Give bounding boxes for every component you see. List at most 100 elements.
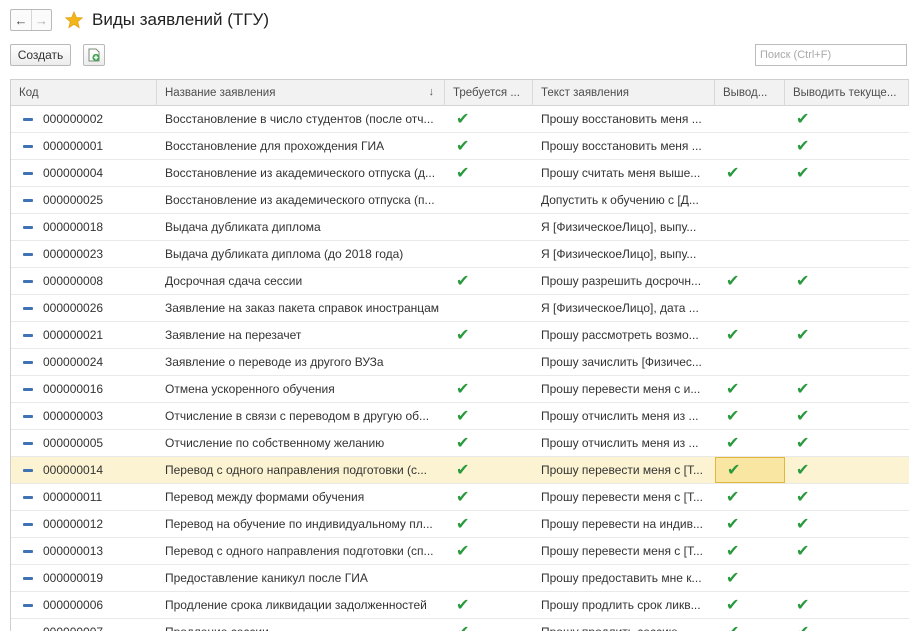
required-cell[interactable]: ✔ [445,619,533,631]
output-cell[interactable]: ✔ [715,160,785,186]
output-current-cell[interactable]: ✔ [785,484,909,510]
output-cell[interactable]: ✔ [715,430,785,456]
output-cell[interactable] [715,214,785,240]
output-cell[interactable]: ✔ [715,268,785,294]
item-marker-icon [23,171,33,175]
table-row[interactable]: 000000012 Перевод на обучение по индивиду… [11,511,909,538]
table-row[interactable]: 000000019 Предоставление каникул после ГИ… [11,565,909,592]
output-current-cell[interactable]: ✔ [785,268,909,294]
output-cell[interactable] [715,187,785,213]
column-header-output-current[interactable]: Выводить текуще... [785,80,909,106]
output-cell[interactable]: ✔ [715,457,785,483]
output-cell[interactable]: ✔ [715,538,785,564]
create-button[interactable]: Создать [10,44,71,66]
required-cell[interactable] [445,214,533,240]
text-cell: Я [ФизическоеЛицо], выпу... [541,220,697,234]
table-row[interactable]: 000000007 Продление сессии ✔ Прошу продлить… [11,619,909,631]
required-cell[interactable]: ✔ [445,511,533,537]
table-row[interactable]: 000000003 Отчисление в связи с переводом … [11,403,909,430]
table-row[interactable]: 000000023 Выдача дубликата диплома (до 20… [11,241,909,268]
column-header-text[interactable]: Текст заявления [533,80,715,106]
output-cell[interactable] [715,295,785,321]
output-current-cell[interactable] [785,214,909,240]
back-button[interactable]: ← [11,10,31,30]
table-row[interactable]: 000000016 Отмена ускоренного обучения ✔ Про… [11,376,909,403]
forward-button[interactable]: → [31,10,51,30]
required-cell[interactable]: ✔ [445,430,533,456]
required-cell[interactable] [445,349,533,375]
required-cell[interactable]: ✔ [445,538,533,564]
column-header-name[interactable]: Название заявления ↓ [157,80,445,106]
column-header-required[interactable]: Требуется ... [445,80,533,106]
search-input[interactable]: Поиск (Ctrl+F) [755,44,907,66]
output-cell[interactable]: ✔ [715,403,785,429]
output-current-cell[interactable]: ✔ [785,106,909,132]
output-cell[interactable]: ✔ [715,322,785,348]
table-row[interactable]: 000000014 Перевод с одного направления по… [11,457,909,484]
table-row[interactable]: 000000004 Восстановление из академическог… [11,160,909,187]
check-icon: ✔ [726,622,739,631]
output-cell[interactable] [715,241,785,267]
table-row[interactable]: 000000025 Восстановление из академическог… [11,187,909,214]
table-row[interactable]: 000000013 Перевод с одного направления по… [11,538,909,565]
output-current-cell[interactable]: ✔ [785,403,909,429]
table-row[interactable]: 000000001 Восстановление для прохождения … [11,133,909,160]
output-cell[interactable]: ✔ [715,619,785,631]
code-text: 000000016 [43,382,104,396]
required-cell[interactable]: ✔ [445,268,533,294]
table-row[interactable]: 000000024 Заявление о переводе из другого… [11,349,909,376]
output-current-cell[interactable]: ✔ [785,619,909,631]
table-row[interactable]: 000000008 Досрочная сдача сессии ✔ Прошу ра… [11,268,909,295]
output-current-cell[interactable] [785,349,909,375]
output-cell[interactable]: ✔ [715,592,785,618]
table-row[interactable]: 000000021 Заявление на перезачет ✔ Прошу ра… [11,322,909,349]
required-cell[interactable]: ✔ [445,322,533,348]
output-cell[interactable]: ✔ [715,511,785,537]
text-cell: Прошу рассмотреть возмо... [541,328,699,342]
check-icon: ✔ [796,381,810,398]
table-row[interactable]: 000000006 Продление срока ликвидации задо… [11,592,909,619]
output-current-cell[interactable] [785,295,909,321]
required-cell[interactable]: ✔ [445,106,533,132]
output-current-cell[interactable]: ✔ [785,160,909,186]
table-row[interactable]: 000000026 Заявление на заказ пакета справ… [11,295,909,322]
output-cell[interactable] [715,133,785,159]
table-row[interactable]: 000000011 Перевод между формами обучения ✔… [11,484,909,511]
required-cell[interactable]: ✔ [445,484,533,510]
add-document-button[interactable] [83,44,105,66]
output-cell[interactable] [715,349,785,375]
output-current-cell[interactable]: ✔ [785,430,909,456]
output-current-cell[interactable]: ✔ [785,457,909,483]
output-current-cell[interactable]: ✔ [785,592,909,618]
required-cell[interactable] [445,187,533,213]
check-icon: ✔ [796,165,810,182]
output-cell[interactable]: ✔ [715,565,785,591]
table-row[interactable]: 000000002 Восстановление в число студенто… [11,106,909,133]
output-current-cell[interactable] [785,565,909,591]
required-cell[interactable]: ✔ [445,376,533,402]
output-cell[interactable]: ✔ [715,484,785,510]
output-cell[interactable] [715,106,785,132]
output-current-cell[interactable]: ✔ [785,133,909,159]
required-cell[interactable] [445,565,533,591]
output-cell[interactable]: ✔ [715,376,785,402]
required-cell[interactable] [445,295,533,321]
favorite-button[interactable] [64,10,84,30]
column-header-code[interactable]: Код [11,80,157,106]
required-cell[interactable]: ✔ [445,403,533,429]
output-current-cell[interactable]: ✔ [785,538,909,564]
output-current-cell[interactable] [785,241,909,267]
output-current-cell[interactable]: ✔ [785,511,909,537]
required-cell[interactable]: ✔ [445,592,533,618]
required-cell[interactable] [445,241,533,267]
item-marker-icon [23,522,33,526]
output-current-cell[interactable]: ✔ [785,376,909,402]
required-cell[interactable]: ✔ [445,133,533,159]
output-current-cell[interactable] [785,187,909,213]
required-cell[interactable]: ✔ [445,160,533,186]
table-row[interactable]: 000000005 Отчисление по собственному жела… [11,430,909,457]
required-cell[interactable]: ✔ [445,457,533,483]
table-row[interactable]: 000000018 Выдача дубликата диплома Я [Физи… [11,214,909,241]
column-header-output[interactable]: Вывод... [715,80,785,106]
output-current-cell[interactable]: ✔ [785,322,909,348]
